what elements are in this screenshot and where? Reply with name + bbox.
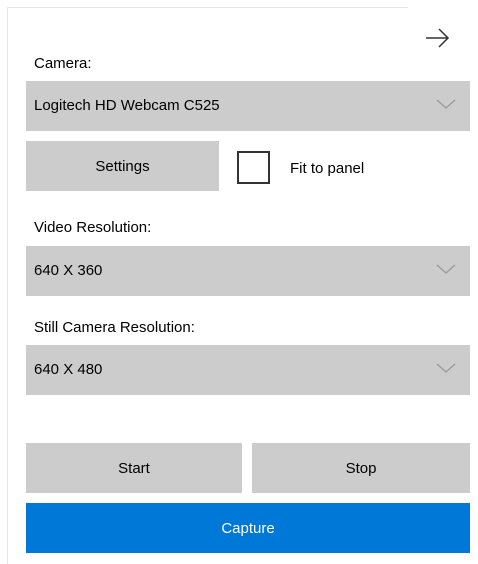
video-resolution-label: Video Resolution: <box>34 219 152 236</box>
stop-button[interactable]: Stop <box>252 443 470 493</box>
panel-left-border <box>7 7 8 564</box>
chevron-down-icon <box>436 363 456 373</box>
camera-select-value: Logitech HD Webcam C525 <box>34 97 220 114</box>
camera-select[interactable]: Logitech HD Webcam C525 <box>26 81 470 131</box>
camera-panel: Camera: Logitech HD Webcam C525 Settings… <box>0 0 478 564</box>
video-resolution-select[interactable]: 640 X 360 <box>26 246 470 296</box>
chevron-down-icon <box>436 99 456 109</box>
still-resolution-select[interactable]: 640 X 480 <box>26 345 470 395</box>
fit-to-panel-label: Fit to panel <box>290 160 365 177</box>
settings-button[interactable]: Settings <box>26 141 219 191</box>
panel-top-border <box>8 7 408 8</box>
chevron-down-icon <box>436 264 456 274</box>
camera-label: Camera: <box>34 55 92 72</box>
fit-to-panel-checkbox[interactable] <box>237 151 270 184</box>
still-resolution-label: Still Camera Resolution: <box>34 319 195 336</box>
capture-button[interactable]: Capture <box>26 503 470 553</box>
start-button[interactable]: Start <box>26 443 242 493</box>
still-resolution-value: 640 X 480 <box>34 361 103 378</box>
arrow-right-icon[interactable] <box>419 22 459 54</box>
video-resolution-value: 640 X 360 <box>34 262 103 279</box>
